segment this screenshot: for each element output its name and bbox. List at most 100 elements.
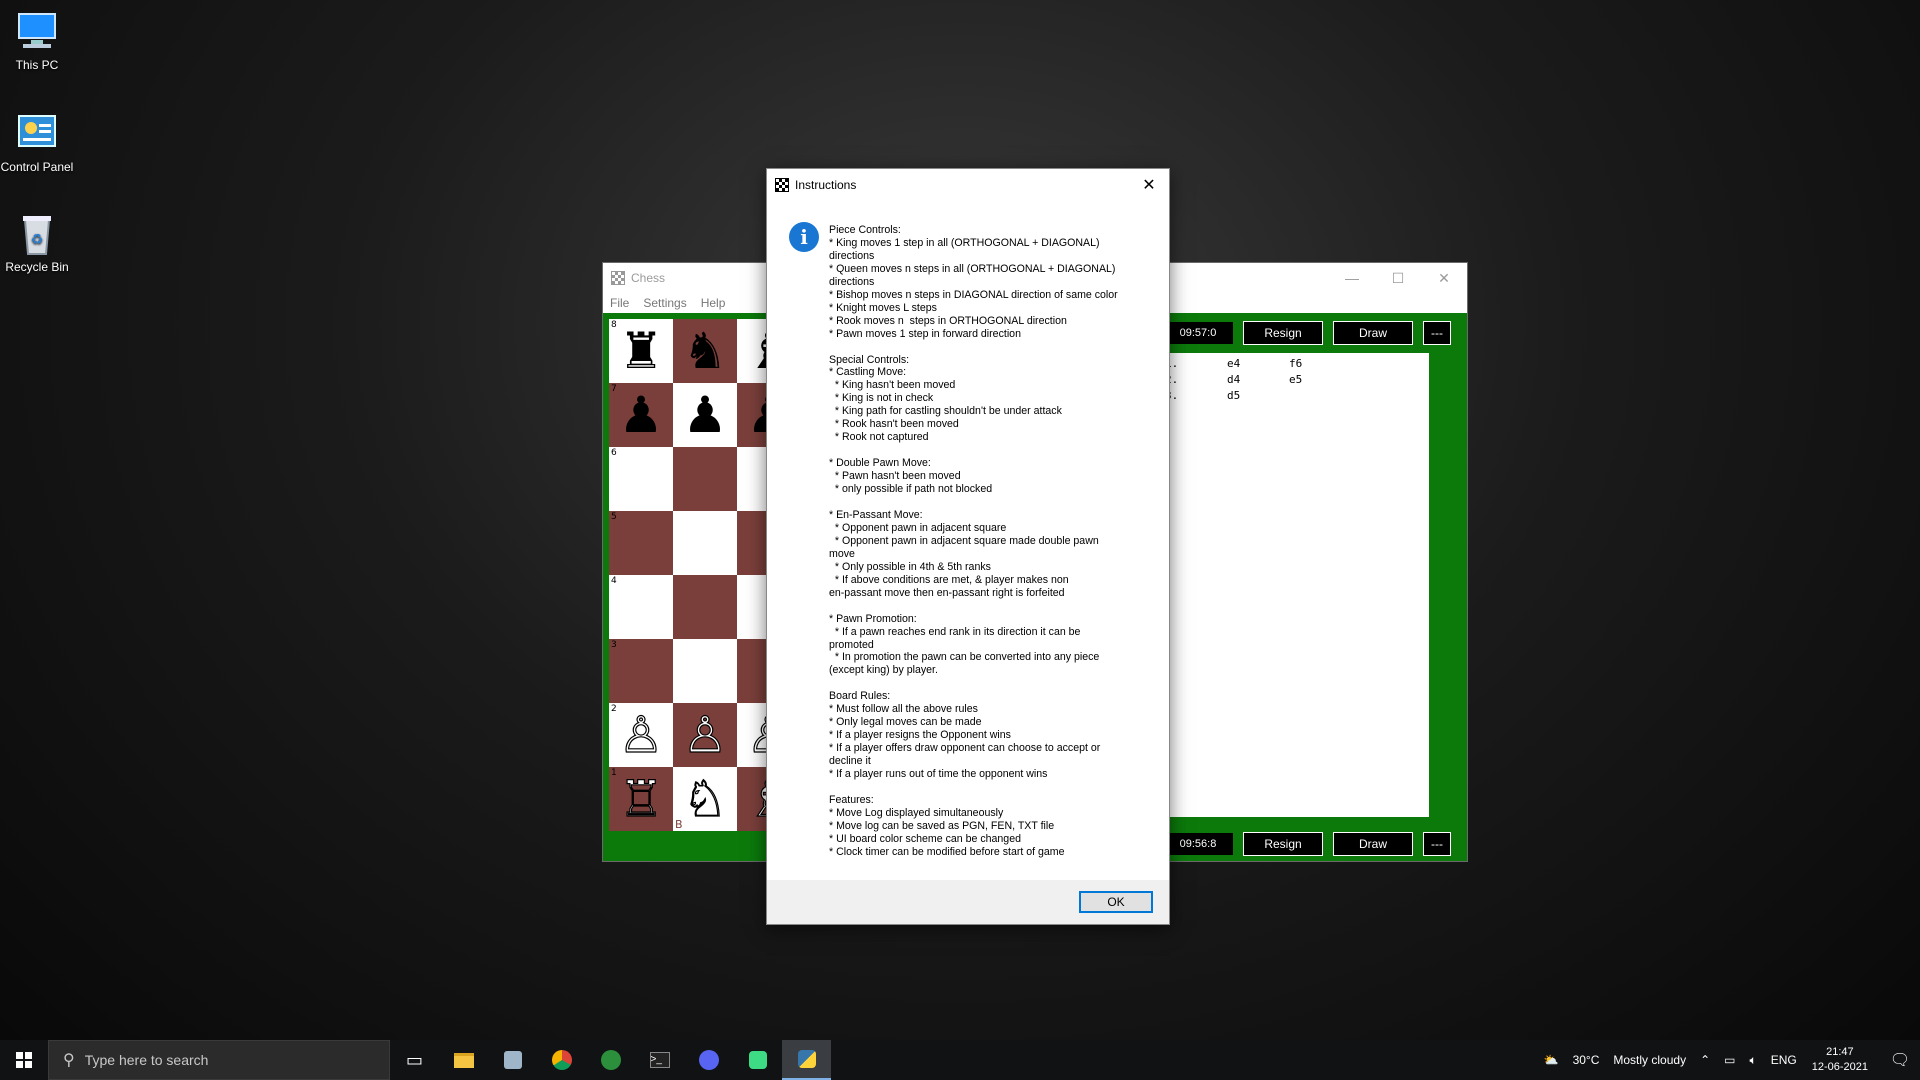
board-square-a6[interactable]: 6 [609,447,673,511]
chrome-icon[interactable] [537,1040,586,1080]
control-panel-icon [13,112,61,156]
desktop-icon-label: This PC [15,58,59,72]
white-piece[interactable]: ♖ [618,773,664,824]
weather-text[interactable]: Mostly cloudy [1613,1053,1686,1067]
rank-label: 6 [611,448,617,458]
board-square-a3[interactable]: 3 [609,639,673,703]
desktop-icon-this-pc[interactable]: This PC [0,10,82,72]
board-square-a7[interactable]: 7 ♟ [609,383,673,447]
board-square-a8[interactable]: 8 ♜ [609,319,673,383]
taskbar-clock[interactable]: 21:47 12-06-2021 [1812,1045,1868,1075]
bottom-resign-button[interactable]: Resign [1243,832,1323,856]
weather-temp[interactable]: 30°C [1573,1053,1600,1067]
move-log-row: 2. d4 e5 [1165,373,1429,389]
start-button[interactable] [0,1040,48,1080]
dialog-content: i Piece Controls: * King moves 1 step in… [767,200,1169,880]
system-tray: ⛅ 30°C Mostly cloudy ⌃ ▭ 🔈︎ ENG 21:47 12… [1537,1040,1920,1080]
move-log-row: 3. d5 [1165,389,1429,405]
instructions-text: Piece Controls: * King moves 1 step in a… [829,224,1118,858]
rank-label: 3 [611,640,617,650]
bottom-more-button[interactable]: --- [1423,832,1451,856]
menu-settings[interactable]: Settings [643,296,686,310]
dialog-titlebar[interactable]: Instructions ✕ [767,169,1169,200]
top-control-row: 09:57:0 Resign Draw --- [1163,321,1461,345]
minimize-icon[interactable]: — [1329,263,1375,293]
board-square-b6[interactable] [673,447,737,511]
app-icon[interactable] [586,1040,635,1080]
search-icon: ⚲ [63,1052,75,1069]
recycle-bin-icon: ♻ [13,212,61,256]
board-square-b5[interactable] [673,511,737,575]
rank-label: 4 [611,576,617,586]
file-explorer-icon[interactable] [439,1040,488,1080]
info-icon: i [789,222,819,252]
clock-date: 12-06-2021 [1811,1061,1868,1073]
task-view-icon[interactable]: ▭ [390,1040,439,1080]
desktop-icon-recycle-bin[interactable]: ♻ Recycle Bin [0,212,82,274]
board-square-a5[interactable]: 5 [609,511,673,575]
python-icon[interactable] [782,1040,831,1080]
board-square-b4[interactable] [673,575,737,639]
menu-file[interactable]: File [610,296,629,310]
board-square-b7[interactable]: ♟ [673,383,737,447]
bottom-draw-button[interactable]: Draw [1333,832,1413,856]
board-square-b1[interactable]: B ♘ [673,767,737,831]
top-draw-button[interactable]: Draw [1333,321,1413,345]
ok-button[interactable]: OK [1079,891,1153,913]
dialog-footer: OK [767,880,1169,924]
windows-icon [16,1052,32,1068]
top-clock: 09:57:0 [1163,322,1233,344]
board-square-a4[interactable]: 4 [609,575,673,639]
volume-icon[interactable]: 🔈︎ [1750,1053,1757,1068]
move-number: 3. [1165,389,1179,402]
taskbar: ⚲ Type here to search ▭ >_ ⛅ 30°C Mostly… [0,1040,1920,1080]
white-piece[interactable]: ♘ [682,773,728,824]
menu-help[interactable]: Help [701,296,726,310]
chess-app-icon [611,271,625,285]
taskbar-search[interactable]: ⚲ Type here to search [48,1040,390,1080]
rank-label: 2 [611,704,617,714]
board-square-b8[interactable]: ♞ [673,319,737,383]
rank-label: 8 [611,320,617,330]
move-log[interactable]: 1. e4 f6 2. d4 e5 3. d5 [1163,353,1429,817]
clock-time: 21:47 [1826,1046,1854,1058]
language-indicator[interactable]: ENG [1771,1053,1797,1067]
network-icon[interactable]: ▭ [1724,1053,1735,1067]
board-square-a2[interactable]: 2 ♙ [609,703,673,767]
board-square-b2[interactable]: ♙ [673,703,737,767]
terminal-icon[interactable]: >_ [635,1040,684,1080]
desktop-icon-label: Recycle Bin [5,260,69,274]
chevron-up-icon[interactable]: ⌃ [1700,1053,1710,1067]
black-piece[interactable]: ♟ [683,390,728,440]
android-studio-icon[interactable] [733,1040,782,1080]
weather-icon[interactable]: ⛅ [1544,1053,1559,1067]
bottom-clock: 09:56:8 [1163,833,1233,855]
maximize-icon[interactable]: ☐ [1375,263,1421,293]
desktop-icon-control-panel[interactable]: Control Panel [0,112,82,174]
close-icon[interactable]: ✕ [1421,263,1467,293]
top-more-button[interactable]: --- [1423,321,1451,345]
rank-label: 1 [611,768,617,778]
black-piece[interactable]: ♜ [619,326,664,376]
board-square-a1[interactable]: 1 A ♖ [609,767,673,831]
chess-app-icon [775,177,789,192]
close-icon[interactable]: ✕ [1129,169,1169,200]
desktop-icon-label: Control Panel [0,160,74,174]
file-label: B [675,818,683,831]
black-move [1289,389,1349,405]
rank-label: 7 [611,384,617,394]
chess-window-title: Chess [631,271,666,285]
move-number: 2. [1165,373,1179,386]
white-move: d4 [1227,373,1241,386]
app-icon[interactable] [488,1040,537,1080]
white-piece[interactable]: ♙ [618,709,664,760]
board-square-b3[interactable] [673,639,737,703]
file-label: C [739,818,747,831]
black-move: f6 [1289,357,1303,370]
black-piece[interactable]: ♞ [683,326,728,376]
notification-icon[interactable]: 🗨︎ [1880,1050,1920,1070]
black-piece[interactable]: ♟ [619,390,664,440]
white-piece[interactable]: ♙ [682,709,728,760]
top-resign-button[interactable]: Resign [1243,321,1323,345]
discord-icon[interactable] [684,1040,733,1080]
